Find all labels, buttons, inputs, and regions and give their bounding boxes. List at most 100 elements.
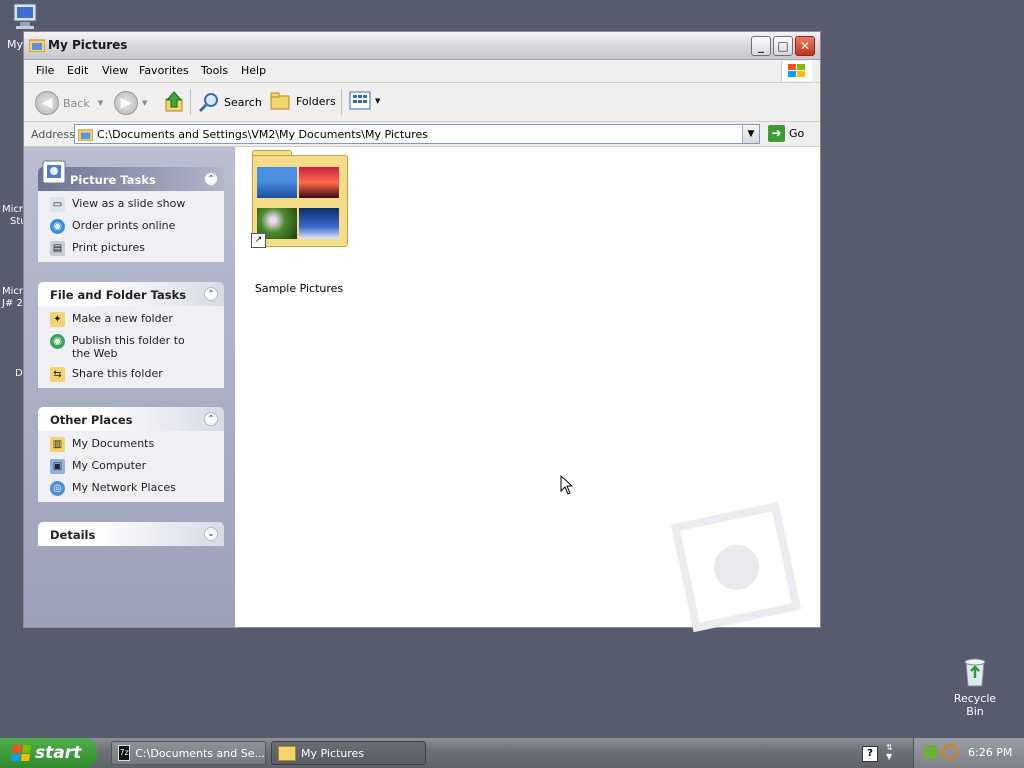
task-share-folder[interactable]: ⇆ Share this folder xyxy=(50,367,224,382)
address-input[interactable]: C:\Documents and Settings\VM2\My Documen… xyxy=(74,124,760,144)
taskbar-button-my-pictures[interactable]: My Pictures xyxy=(271,741,426,765)
file-folder-tasks-panel: File and Folder Tasks ⌃ ✦ Make a new fol… xyxy=(38,282,224,388)
clock[interactable]: 6:26 PM xyxy=(968,746,1012,759)
publish-web-icon: ◉ xyxy=(50,334,65,349)
folder-label: Sample Pictures xyxy=(254,282,344,295)
new-folder-icon: ✦ xyxy=(50,312,65,327)
forward-button[interactable]: ▶ ▼ xyxy=(114,91,147,115)
folders-icon xyxy=(270,92,290,110)
address-dropdown-icon[interactable]: ▼ xyxy=(742,125,759,143)
desktop-icon-label: My xyxy=(7,38,24,51)
picture-tasks-icon xyxy=(42,160,66,184)
views-button[interactable]: ▼ xyxy=(349,91,380,111)
network-places-icon: ◎ xyxy=(50,481,65,496)
details-header[interactable]: Details ⌄ xyxy=(38,522,224,546)
up-folder-button[interactable] xyxy=(164,91,184,113)
network-tray-icon[interactable] xyxy=(924,745,938,759)
menu-help[interactable]: Help xyxy=(241,64,266,77)
picture-tasks-header[interactable]: Picture Tasks ⌃ xyxy=(38,160,224,191)
close-button[interactable]: ✕ xyxy=(795,36,815,56)
views-icon xyxy=(349,91,371,110)
place-my-computer[interactable]: ▣ My Computer xyxy=(50,459,224,474)
desktop-partial-label[interactable]: D xyxy=(15,368,23,380)
restore-arrow-icon[interactable]: ⇅ ▼ xyxy=(886,743,893,761)
collapse-chevron-icon[interactable]: ⌃ xyxy=(204,287,218,301)
place-my-documents[interactable]: ▥ My Documents xyxy=(50,437,224,452)
dropdown-arrow-icon: ▼ xyxy=(142,99,148,107)
expand-chevron-icon[interactable]: ⌄ xyxy=(204,527,218,541)
computer-icon xyxy=(13,3,37,29)
start-button[interactable]: start xyxy=(0,738,97,768)
menu-view[interactable]: View xyxy=(102,64,128,77)
menu-favorites[interactable]: Favorites xyxy=(139,64,189,77)
maximize-button[interactable]: □ xyxy=(773,36,793,56)
window-title: My Pictures xyxy=(48,38,128,52)
address-value: C:\Documents and Settings\VM2\My Documen… xyxy=(97,128,429,141)
dropdown-arrow-icon: ▼ xyxy=(375,97,381,105)
minimize-button[interactable]: _ xyxy=(751,36,771,56)
toolbar: ◀ Back ▼ ▶ ▼ Search Folders ▼ xyxy=(24,83,820,122)
picture-folder-icon xyxy=(78,129,93,141)
my-computer-icon: ▣ xyxy=(50,459,65,474)
search-button[interactable]: Search xyxy=(198,91,262,113)
task-view-slide-show[interactable]: ▭ View as a slide show xyxy=(50,197,224,212)
menu-file[interactable]: File xyxy=(36,64,54,77)
task-order-prints[interactable]: ◉ Order prints online xyxy=(50,219,224,234)
picture-tasks-body: ▭ View as a slide show ◉ Order prints on… xyxy=(38,191,224,262)
shortcut-arrow-icon: ↗ xyxy=(251,233,266,248)
back-arrow-icon: ◀ xyxy=(35,91,59,115)
desktop-icon-label: Recycle Bin xyxy=(953,692,997,718)
picture-folder-icon xyxy=(252,155,348,247)
collapse-chevron-icon[interactable]: ⌃ xyxy=(204,412,218,426)
picture-folder-icon xyxy=(29,39,45,52)
taskbar: start 7z C:\Documents and Se... My Pictu… xyxy=(0,738,1024,768)
taskbar-button-7zip[interactable]: 7z C:\Documents and Se... xyxy=(111,741,266,765)
thumbnail-winter xyxy=(299,208,339,239)
dropdown-arrow-icon: ▼ xyxy=(97,99,104,107)
windows-flag-icon xyxy=(10,745,32,761)
file-folder-tasks-body: ✦ Make a new folder ◉ Publish this folde… xyxy=(38,306,224,388)
file-folder-tasks-header[interactable]: File and Folder Tasks ⌃ xyxy=(38,282,224,306)
mouse-cursor-icon xyxy=(560,475,574,495)
task-make-new-folder[interactable]: ✦ Make a new folder xyxy=(50,312,224,327)
desktop-icon-my-computer[interactable]: My xyxy=(4,2,44,51)
task-pane: Picture Tasks ⌃ ▭ View as a slide show ◉… xyxy=(24,147,235,627)
title-bar[interactable]: My Pictures _ □ ✕ xyxy=(24,32,820,60)
globe-icon: ◉ xyxy=(50,219,65,234)
task-print-pictures[interactable]: ▤ Print pictures xyxy=(50,241,224,256)
task-publish-folder[interactable]: ◉ Publish this folder to the Web xyxy=(50,334,224,360)
up-arrow-icon xyxy=(165,91,183,112)
other-places-body: ▥ My Documents ▣ My Computer ◎ My Networ… xyxy=(38,431,224,502)
recycle-bin-icon xyxy=(964,658,986,687)
go-button[interactable]: ➜ Go xyxy=(768,125,804,142)
share-folder-icon: ⇆ xyxy=(50,367,65,382)
details-panel: Details ⌄ xyxy=(38,522,224,546)
desktop-icon-recycle-bin[interactable]: Recycle Bin xyxy=(944,656,1006,718)
search-tray-icon[interactable] xyxy=(942,744,958,760)
sample-pictures-folder[interactable]: ↗ xyxy=(251,150,348,249)
slide-show-icon: ▭ xyxy=(50,197,65,212)
thumbnail-sunset xyxy=(299,167,339,198)
address-label: Address xyxy=(31,128,75,141)
7zip-icon: 7z xyxy=(118,745,131,761)
folder-icon xyxy=(278,745,296,761)
windows-logo-icon xyxy=(781,61,812,81)
help-icon[interactable]: ? xyxy=(862,746,878,762)
go-arrow-icon: ➜ xyxy=(768,125,785,142)
search-icon xyxy=(198,93,218,113)
place-my-network-places[interactable]: ◎ My Network Places xyxy=(50,481,224,496)
folders-button[interactable]: Folders xyxy=(270,91,336,111)
file-view: ↗ Sample Pictures xyxy=(235,147,820,633)
forward-arrow-icon: ▶ xyxy=(114,91,138,115)
thumbnail-blue-hills xyxy=(257,167,297,198)
other-places-panel: Other Places ⌃ ▥ My Documents ▣ My Compu… xyxy=(38,407,224,502)
menu-edit[interactable]: Edit xyxy=(67,64,88,77)
my-documents-icon: ▥ xyxy=(50,437,65,452)
menu-tools[interactable]: Tools xyxy=(201,64,228,77)
toolbar-separator xyxy=(190,89,191,115)
other-places-header[interactable]: Other Places ⌃ xyxy=(38,407,224,431)
explorer-window: My Pictures _ □ ✕ File Edit View Favorit… xyxy=(23,31,821,633)
collapse-chevron-icon[interactable]: ⌃ xyxy=(204,172,218,186)
printer-icon: ▤ xyxy=(50,241,65,256)
back-button[interactable]: ◀ Back ▼ xyxy=(35,91,103,115)
